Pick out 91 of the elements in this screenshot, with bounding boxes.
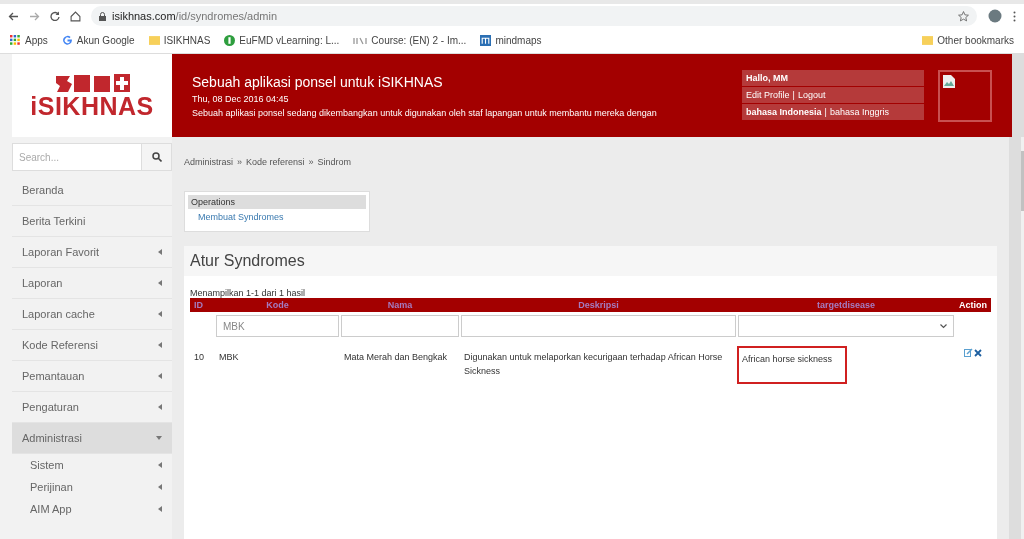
mindmap-icon (480, 35, 492, 46)
search-field[interactable]: Search... (12, 143, 142, 171)
bookmark-label: Akun Google (76, 35, 135, 46)
search-button[interactable] (142, 143, 172, 171)
home-icon[interactable] (70, 10, 81, 22)
folder-icon (922, 35, 934, 46)
back-arrow-icon[interactable] (8, 11, 19, 21)
menu-label: Laporan Favorit (22, 246, 100, 258)
caret-left-icon (158, 311, 162, 317)
google-icon (61, 35, 73, 46)
menu-label: AIM App (30, 503, 72, 515)
logo[interactable]: iSIKHNAS (12, 54, 172, 137)
tagline-text: Sebuah aplikasi ponsel sedang dikembangkan untuk digunakan oleh staf lapangan untuk membantu mereka dengan (192, 107, 658, 118)
broken-image-icon (943, 74, 955, 88)
caret-left-icon (158, 280, 162, 286)
search-icon (151, 152, 162, 162)
sidebar-item[interactable]: AIM App (12, 498, 172, 520)
operation-link[interactable]: Membuat Syndromes (188, 212, 366, 228)
result-summary: Menampilkan 1-1 dari 1 hasil (190, 288, 307, 298)
url-text: isikhnas.com/id/syndromes/admin (112, 10, 278, 22)
site-title: Sebuah aplikasi ponsel untuk iSIKHNAS (192, 73, 444, 90)
separator-text: | (824, 107, 827, 117)
language-link[interactable]: bahasa Inggris (829, 107, 889, 117)
menu-label: Laporan cache (22, 308, 95, 320)
sidebar-item[interactable]: Perijinan (12, 476, 172, 498)
chevron-down-icon (940, 323, 947, 329)
other-bookmarks[interactable]: Other bookmarks (922, 35, 1014, 46)
menu-label: Berita Terkini (22, 215, 86, 227)
menu-label: Laporan (22, 277, 63, 289)
sidebar-item[interactable]: Administrasi (12, 423, 172, 454)
logo-text: iSIKHNAS (30, 94, 154, 119)
caret-down-icon (156, 436, 162, 440)
forward-arrow-icon[interactable] (29, 11, 40, 21)
profile-link[interactable]: Edit Profile (746, 90, 790, 100)
filter-field[interactable] (341, 315, 459, 337)
caret-left-icon (158, 249, 162, 255)
bookmark-item[interactable]: Course: (EN) 2 - Im... (353, 35, 467, 46)
table-cell-text: MBK (218, 351, 240, 364)
caret-left-icon (158, 484, 162, 490)
bookmark-label: Course: (EN) 2 - Im... (371, 35, 467, 46)
caret-left-icon (158, 462, 162, 468)
reload-icon[interactable] (50, 11, 60, 21)
operations-title: Operations (188, 195, 366, 209)
bookmark-item[interactable]: mindmaps (480, 35, 542, 46)
bookmark-label: mindmaps (495, 35, 542, 46)
more-menu-icon[interactable] (1013, 10, 1016, 22)
menu-label: Sistem (30, 459, 64, 471)
menu-label: Administrasi (22, 432, 82, 444)
profile-link[interactable]: Logout (797, 90, 826, 100)
bookmark-label: ISIKHNAS (163, 35, 211, 46)
caret-left-icon (158, 342, 162, 348)
profile-avatar-icon[interactable] (987, 9, 1003, 23)
menu-label: Kode Referensi (22, 339, 98, 351)
edit-icon[interactable] (964, 348, 973, 357)
menu-label: Pengaturan (22, 401, 79, 413)
filter-field[interactable] (461, 315, 736, 337)
separator-text: | (792, 90, 795, 100)
delete-icon[interactable] (974, 348, 982, 357)
filter-field[interactable]: MBK (216, 315, 339, 337)
column-header[interactable]: Action (955, 298, 991, 312)
apps-grid-icon (10, 35, 21, 46)
lock-icon (99, 11, 106, 21)
folder-icon (148, 35, 160, 46)
table-cell-text: Digunakan untuk melaporkan kecurigaan terhadap African Horse Sickness (463, 351, 724, 379)
bookmark-item[interactable]: ISIKHNAS (148, 35, 211, 46)
greeting-text: Hallo, MM (746, 73, 788, 83)
breadcrumb-separator: » (237, 157, 243, 167)
date-text: Thu, 08 Dec 2016 04:45 (192, 93, 290, 104)
caret-left-icon (158, 404, 162, 410)
sidebar-item[interactable]: Sistem (12, 454, 172, 476)
address-bar[interactable]: isikhnas.com/id/syndromes/admin (91, 6, 977, 26)
bookmark-item[interactable]: Akun Google (61, 35, 135, 46)
bookmark-label: Apps (25, 35, 48, 46)
table-cell-text: 10 (193, 351, 205, 364)
menu-label: Perijinan (30, 481, 73, 493)
logo-emblem-icon (54, 72, 130, 94)
highlighted-cell: African horse sickness (737, 346, 847, 384)
caret-left-icon (158, 506, 162, 512)
language-link[interactable]: bahasa Indonesia (746, 107, 822, 117)
breadcrumb-item: Sindrom (317, 157, 352, 167)
star-icon[interactable] (958, 10, 969, 22)
caret-left-icon (158, 373, 162, 379)
breadcrumb-item[interactable]: Kode referensi (246, 157, 305, 167)
menu-label: Pemantauan (22, 370, 85, 382)
bookmark-item[interactable]: Apps (10, 35, 48, 46)
breadcrumb-item[interactable]: Administrasi (184, 157, 233, 167)
breadcrumb-separator: » (308, 157, 314, 167)
panel-title: Atur Syndromes (184, 246, 997, 276)
bookmark-label: Other bookmarks (937, 35, 1014, 46)
menu-label: Beranda (22, 184, 64, 196)
table-cell-text: Mata Merah dan Bengkak (343, 351, 449, 364)
